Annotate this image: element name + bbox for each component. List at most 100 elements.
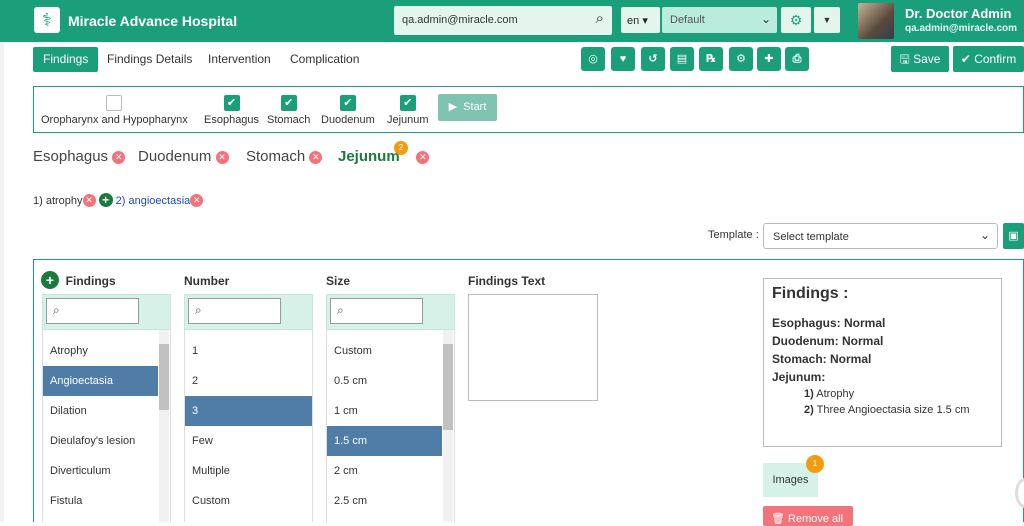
list-item[interactable]: Dilation (43, 396, 158, 426)
trash-icon: 🗑 (771, 513, 785, 525)
play-icon: ▶ (448, 101, 458, 113)
tab-complication[interactable]: Complication (280, 47, 369, 72)
save-label: Save (913, 52, 941, 66)
list-item[interactable]: Diverticulum (43, 456, 158, 486)
department-select[interactable]: Default ⌄ (662, 7, 777, 33)
summary-stomach: Stomach: Normal (772, 352, 872, 366)
organ-label: Oropharynx and Hypopharynx (41, 114, 188, 126)
summary-title: Findings : (772, 285, 849, 302)
organ-oropharynx[interactable]: Oropharynx and Hypopharynx (41, 95, 188, 126)
checkbox-checked-icon[interactable]: ✔ (339, 95, 356, 111)
avatar[interactable] (858, 3, 894, 39)
findings-text-area[interactable] (468, 294, 598, 401)
remove-icon[interactable]: ✕ (112, 151, 126, 164)
list-item[interactable]: Atrophy (43, 336, 158, 366)
template-card-icon[interactable]: ▣ (1003, 223, 1024, 249)
findings-header-label: Findings (65, 274, 116, 288)
list-item[interactable]: 2 cm (327, 456, 442, 486)
chevron-down-icon: ⌄ (760, 12, 771, 26)
add-finding-icon[interactable]: + (41, 271, 59, 289)
finding-entries: 1) atrophy ✕ + 2) angioectasia ✕ (33, 193, 204, 207)
organ-label: Esophagus (204, 114, 260, 126)
language-value: en (627, 15, 640, 27)
user-name[interactable]: Dr. Doctor Admin (905, 6, 1011, 21)
remove-icon[interactable]: ✕ (82, 194, 96, 207)
list-item[interactable]: Angioectasia (43, 366, 158, 396)
remove-icon[interactable]: ✕ (190, 194, 204, 207)
summary-item-text: Atrophy (816, 388, 855, 400)
list-item[interactable]: 2.5 cm (327, 486, 442, 516)
checkbox-unchecked-icon[interactable] (106, 95, 123, 111)
scrollbar-thumb[interactable] (159, 344, 169, 410)
remove-icon[interactable]: ✕ (309, 151, 323, 164)
list-item[interactable]: Custom (327, 336, 442, 366)
left-scroll-edge (0, 42, 4, 522)
finding-entry-1[interactable]: 1) atrophy (33, 195, 83, 207)
finding-entry-2[interactable]: 2) angioectasia (116, 195, 191, 207)
number-list: 1 2 3 Few Multiple Custom (184, 330, 313, 522)
organ-stomach[interactable]: ✔ Stomach (267, 95, 310, 126)
list-item[interactable]: 1 (185, 336, 312, 366)
language-select[interactable]: en ▾ (621, 7, 660, 33)
summary-jejunum: Jejunum: (772, 370, 826, 384)
settings-dropdown-caret-icon[interactable]: ▼ (814, 7, 840, 33)
organ-chip-jejunum[interactable]: Jejunum ✕ (338, 148, 430, 165)
target-icon[interactable]: ◎ (581, 47, 605, 71)
prescription-icon[interactable]: ℞ (699, 47, 723, 71)
checkbox-checked-icon[interactable]: ✔ (280, 95, 297, 111)
remove-all-label: Remove all (788, 513, 844, 525)
findings-summary: Findings : Esophagus: Normal Duodenum: N… (763, 278, 1002, 447)
number-search-input[interactable]: ⌕ (188, 298, 281, 324)
list-item[interactable]: Custom (185, 486, 312, 516)
list-item[interactable]: Dieulafoy's lesion (43, 426, 158, 456)
list-item[interactable]: 2 (185, 366, 312, 396)
checkbox-checked-icon[interactable]: ✔ (399, 95, 416, 111)
tab-findings[interactable]: Findings (33, 47, 99, 72)
print-icon[interactable]: ⎙ (785, 47, 809, 71)
confirm-button[interactable]: ✔ Confirm (953, 46, 1024, 72)
medical-kit-icon[interactable]: ✚ (757, 47, 781, 71)
size-search-input[interactable]: ⌕ (330, 298, 423, 324)
organ-label: Jejunum (387, 114, 429, 126)
list-item[interactable]: 1 cm (327, 396, 442, 426)
organ-chip-esophagus[interactable]: Esophagus ✕ (33, 148, 126, 165)
organ-chip-label: Stomach (246, 148, 306, 165)
list-item[interactable]: 1.5 cm (327, 426, 442, 456)
size-column-header: Size (326, 274, 351, 288)
header-search-box[interactable]: qa.admin@miracle.com ⌕ (394, 6, 612, 35)
header-search-value: qa.admin@miracle.com (402, 14, 518, 26)
remove-all-button[interactable]: 🗑 Remove all (763, 506, 853, 526)
list-item[interactable]: Multiple (185, 456, 312, 486)
report-icon[interactable]: ▤ (670, 47, 694, 71)
template-select[interactable]: Select template ⌄ (763, 223, 998, 249)
checkbox-checked-icon[interactable]: ✔ (223, 95, 240, 111)
tab-findings-details[interactable]: Findings Details (97, 47, 202, 72)
heart-icon[interactable]: ♥ (611, 47, 635, 71)
list-item[interactable]: 0.5 cm (327, 366, 442, 396)
brand-name: Miracle Advance Hospital (68, 13, 238, 29)
list-item[interactable]: Few (185, 426, 312, 456)
start-button[interactable]: ▶ Start (438, 94, 497, 121)
list-item[interactable]: 3 (185, 396, 312, 426)
tab-intervention[interactable]: Intervention (198, 47, 281, 72)
organ-jejunum[interactable]: ✔ Jejunum (387, 95, 429, 126)
remove-icon[interactable]: ✕ (416, 151, 430, 164)
remove-icon[interactable]: ✕ (215, 151, 229, 164)
search-icon: ⌕ (53, 303, 60, 317)
organ-chip-stomach[interactable]: Stomach ✕ (246, 148, 323, 165)
settings-gear-icon[interactable]: ⚙ (781, 7, 811, 33)
start-label: Start (463, 101, 487, 113)
findings-search-input[interactable]: ⌕ (46, 298, 139, 324)
save-button[interactable]: 🖫 Save (891, 46, 949, 72)
organ-duodenum[interactable]: ✔ Duodenum (321, 95, 375, 126)
size-list: Custom 0.5 cm 1 cm 1.5 cm 2 cm 2.5 cm (326, 330, 455, 522)
organ-esophagus[interactable]: ✔ Esophagus (204, 95, 259, 126)
cogs-icon[interactable]: ⚙ (729, 47, 753, 71)
list-item[interactable]: Fistula (43, 486, 158, 516)
summary-item-number: 1) (804, 388, 814, 400)
search-icon[interactable]: ⌕ (596, 10, 604, 27)
add-icon[interactable]: + (98, 193, 113, 207)
history-icon[interactable]: ↺ (641, 47, 665, 71)
scrollbar-thumb[interactable] (443, 344, 453, 430)
organ-chip-duodenum[interactable]: Duodenum ✕ (138, 148, 229, 165)
